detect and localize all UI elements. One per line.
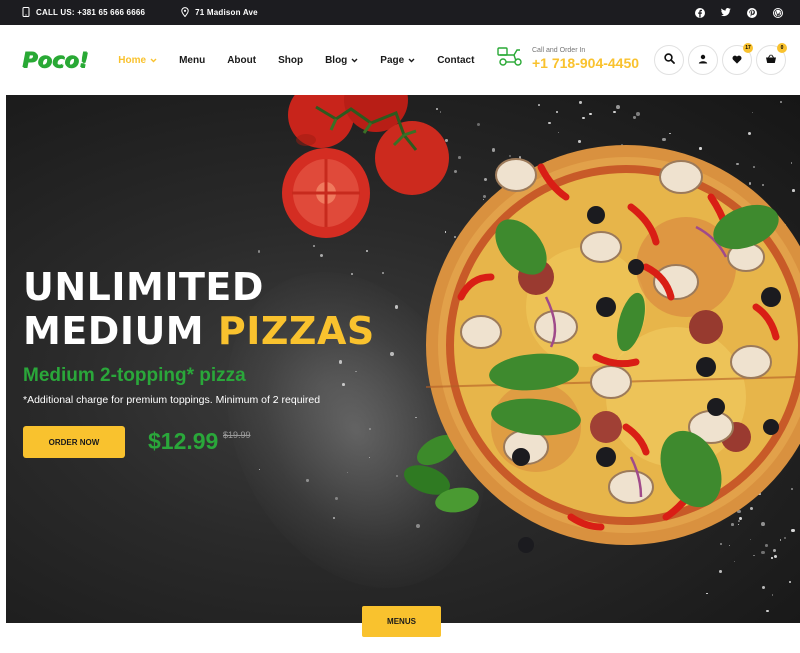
- nav-item-menu[interactable]: Menu: [179, 55, 205, 66]
- hero-title-pizzas: PIZZAS: [217, 309, 375, 353]
- flour-particle: [633, 116, 636, 119]
- wordpress-icon[interactable]: [773, 7, 783, 18]
- call-info: CALL US: +381 65 666 6666: [22, 6, 146, 19]
- flour-particle: [555, 111, 558, 114]
- social-links: [695, 7, 783, 18]
- flour-particle: [613, 110, 616, 114]
- address-info: 71 Madison Ave: [181, 6, 258, 19]
- hero-subtitle: Medium 2-topping* pizza: [23, 365, 246, 386]
- flour-particle: [548, 121, 551, 125]
- flour-particle: [365, 250, 369, 253]
- main-nav: Home Menu About Shop Blog Page Contact: [118, 55, 496, 66]
- logo-text: Poco!: [22, 48, 89, 72]
- call-text: CALL US: +381 65 666 6666: [36, 8, 146, 17]
- nav-item-page[interactable]: Page: [380, 55, 415, 66]
- wishlist-button[interactable]: 17: [722, 43, 753, 75]
- nav-item-label: About: [227, 54, 257, 66]
- chevron-down-icon: [408, 55, 415, 66]
- flour-particle: [581, 116, 585, 120]
- pinterest-icon[interactable]: [747, 7, 757, 18]
- flour-particle: [706, 592, 708, 595]
- flour-particle: [751, 111, 754, 113]
- pizza-image: [426, 145, 800, 553]
- nav-item-label: Shop: [278, 54, 304, 66]
- basket-icon: [765, 51, 777, 69]
- flour-particle: [312, 245, 315, 248]
- user-icon: [698, 51, 708, 69]
- menus-button[interactable]: MENUS: [362, 606, 441, 637]
- main-header: Poco! Home Menu About Shop Blog Page Contact C…: [0, 25, 800, 95]
- order-now-button[interactable]: ORDER NOW: [23, 426, 125, 458]
- flour-particle: [319, 253, 324, 257]
- nav-item-contact[interactable]: Contact: [437, 55, 474, 66]
- wishlist-count-badge: 17: [743, 43, 753, 53]
- flour-particle: [718, 570, 722, 574]
- delivery-scooter-icon: [497, 45, 524, 72]
- nav-item-home[interactable]: Home: [118, 55, 157, 66]
- chevron-down-icon: [150, 55, 157, 66]
- cart-button[interactable]: 0: [756, 43, 787, 75]
- nav-item-label: Page: [380, 54, 405, 66]
- flour-particle: [257, 250, 261, 254]
- call-order-box: Call and Order In +1 718-904-4450: [497, 45, 639, 72]
- flour-particle: [766, 609, 769, 612]
- heart-icon: [732, 51, 742, 69]
- site-logo[interactable]: Poco!: [22, 48, 88, 72]
- flour-particle: [779, 100, 782, 103]
- flour-particle: [382, 272, 385, 275]
- flour-particle: [771, 594, 773, 596]
- nav-item-blog[interactable]: Blog: [325, 55, 358, 66]
- hero-note: *Additional charge for premium toppings.…: [23, 394, 321, 406]
- call-label: Call and Order In: [532, 46, 586, 54]
- search-icon: [663, 51, 675, 69]
- search-button[interactable]: [654, 45, 684, 75]
- flour-particle: [789, 580, 792, 583]
- top-bar: CALL US: +381 65 666 6666 71 Madison Ave: [0, 0, 800, 25]
- flour-particle: [636, 111, 640, 116]
- nav-item-label: Blog: [325, 54, 348, 66]
- flour-particle: [476, 123, 480, 127]
- flour-particle: [616, 104, 621, 109]
- facebook-icon[interactable]: [695, 7, 705, 18]
- flour-particle: [538, 104, 541, 106]
- nav-item-label: Contact: [437, 54, 475, 66]
- nav-item-label: Menu: [179, 54, 206, 66]
- address-text: 71 Madison Ave: [195, 8, 258, 17]
- location-pin-icon: [181, 6, 189, 19]
- hero-title-line1: UNLIMITED: [23, 265, 264, 309]
- flour-particle: [579, 101, 582, 104]
- nav-item-label: Home: [118, 54, 147, 66]
- twitter-icon[interactable]: [721, 8, 731, 18]
- flour-particle: [589, 112, 592, 116]
- chevron-down-icon: [351, 55, 358, 66]
- nav-item-about[interactable]: About: [227, 55, 256, 66]
- account-button[interactable]: [688, 45, 718, 75]
- cart-count-badge: 0: [777, 43, 787, 53]
- nav-item-shop[interactable]: Shop: [278, 55, 303, 66]
- flour-particle: [761, 585, 766, 590]
- old-price: $19.99: [223, 430, 251, 440]
- phone-number[interactable]: +1 718-904-4450: [532, 55, 639, 71]
- hero-title: UNLIMITED MEDIUM PIZZAS: [23, 265, 375, 353]
- hero-title-line2: MEDIUM PIZZAS: [23, 309, 375, 353]
- price: $12.99: [148, 428, 219, 454]
- phone-icon: [22, 6, 30, 19]
- hero-title-medium: MEDIUM: [23, 309, 218, 353]
- hero-banner: UNLIMITED MEDIUM PIZZAS Medium 2-topping…: [6, 95, 800, 623]
